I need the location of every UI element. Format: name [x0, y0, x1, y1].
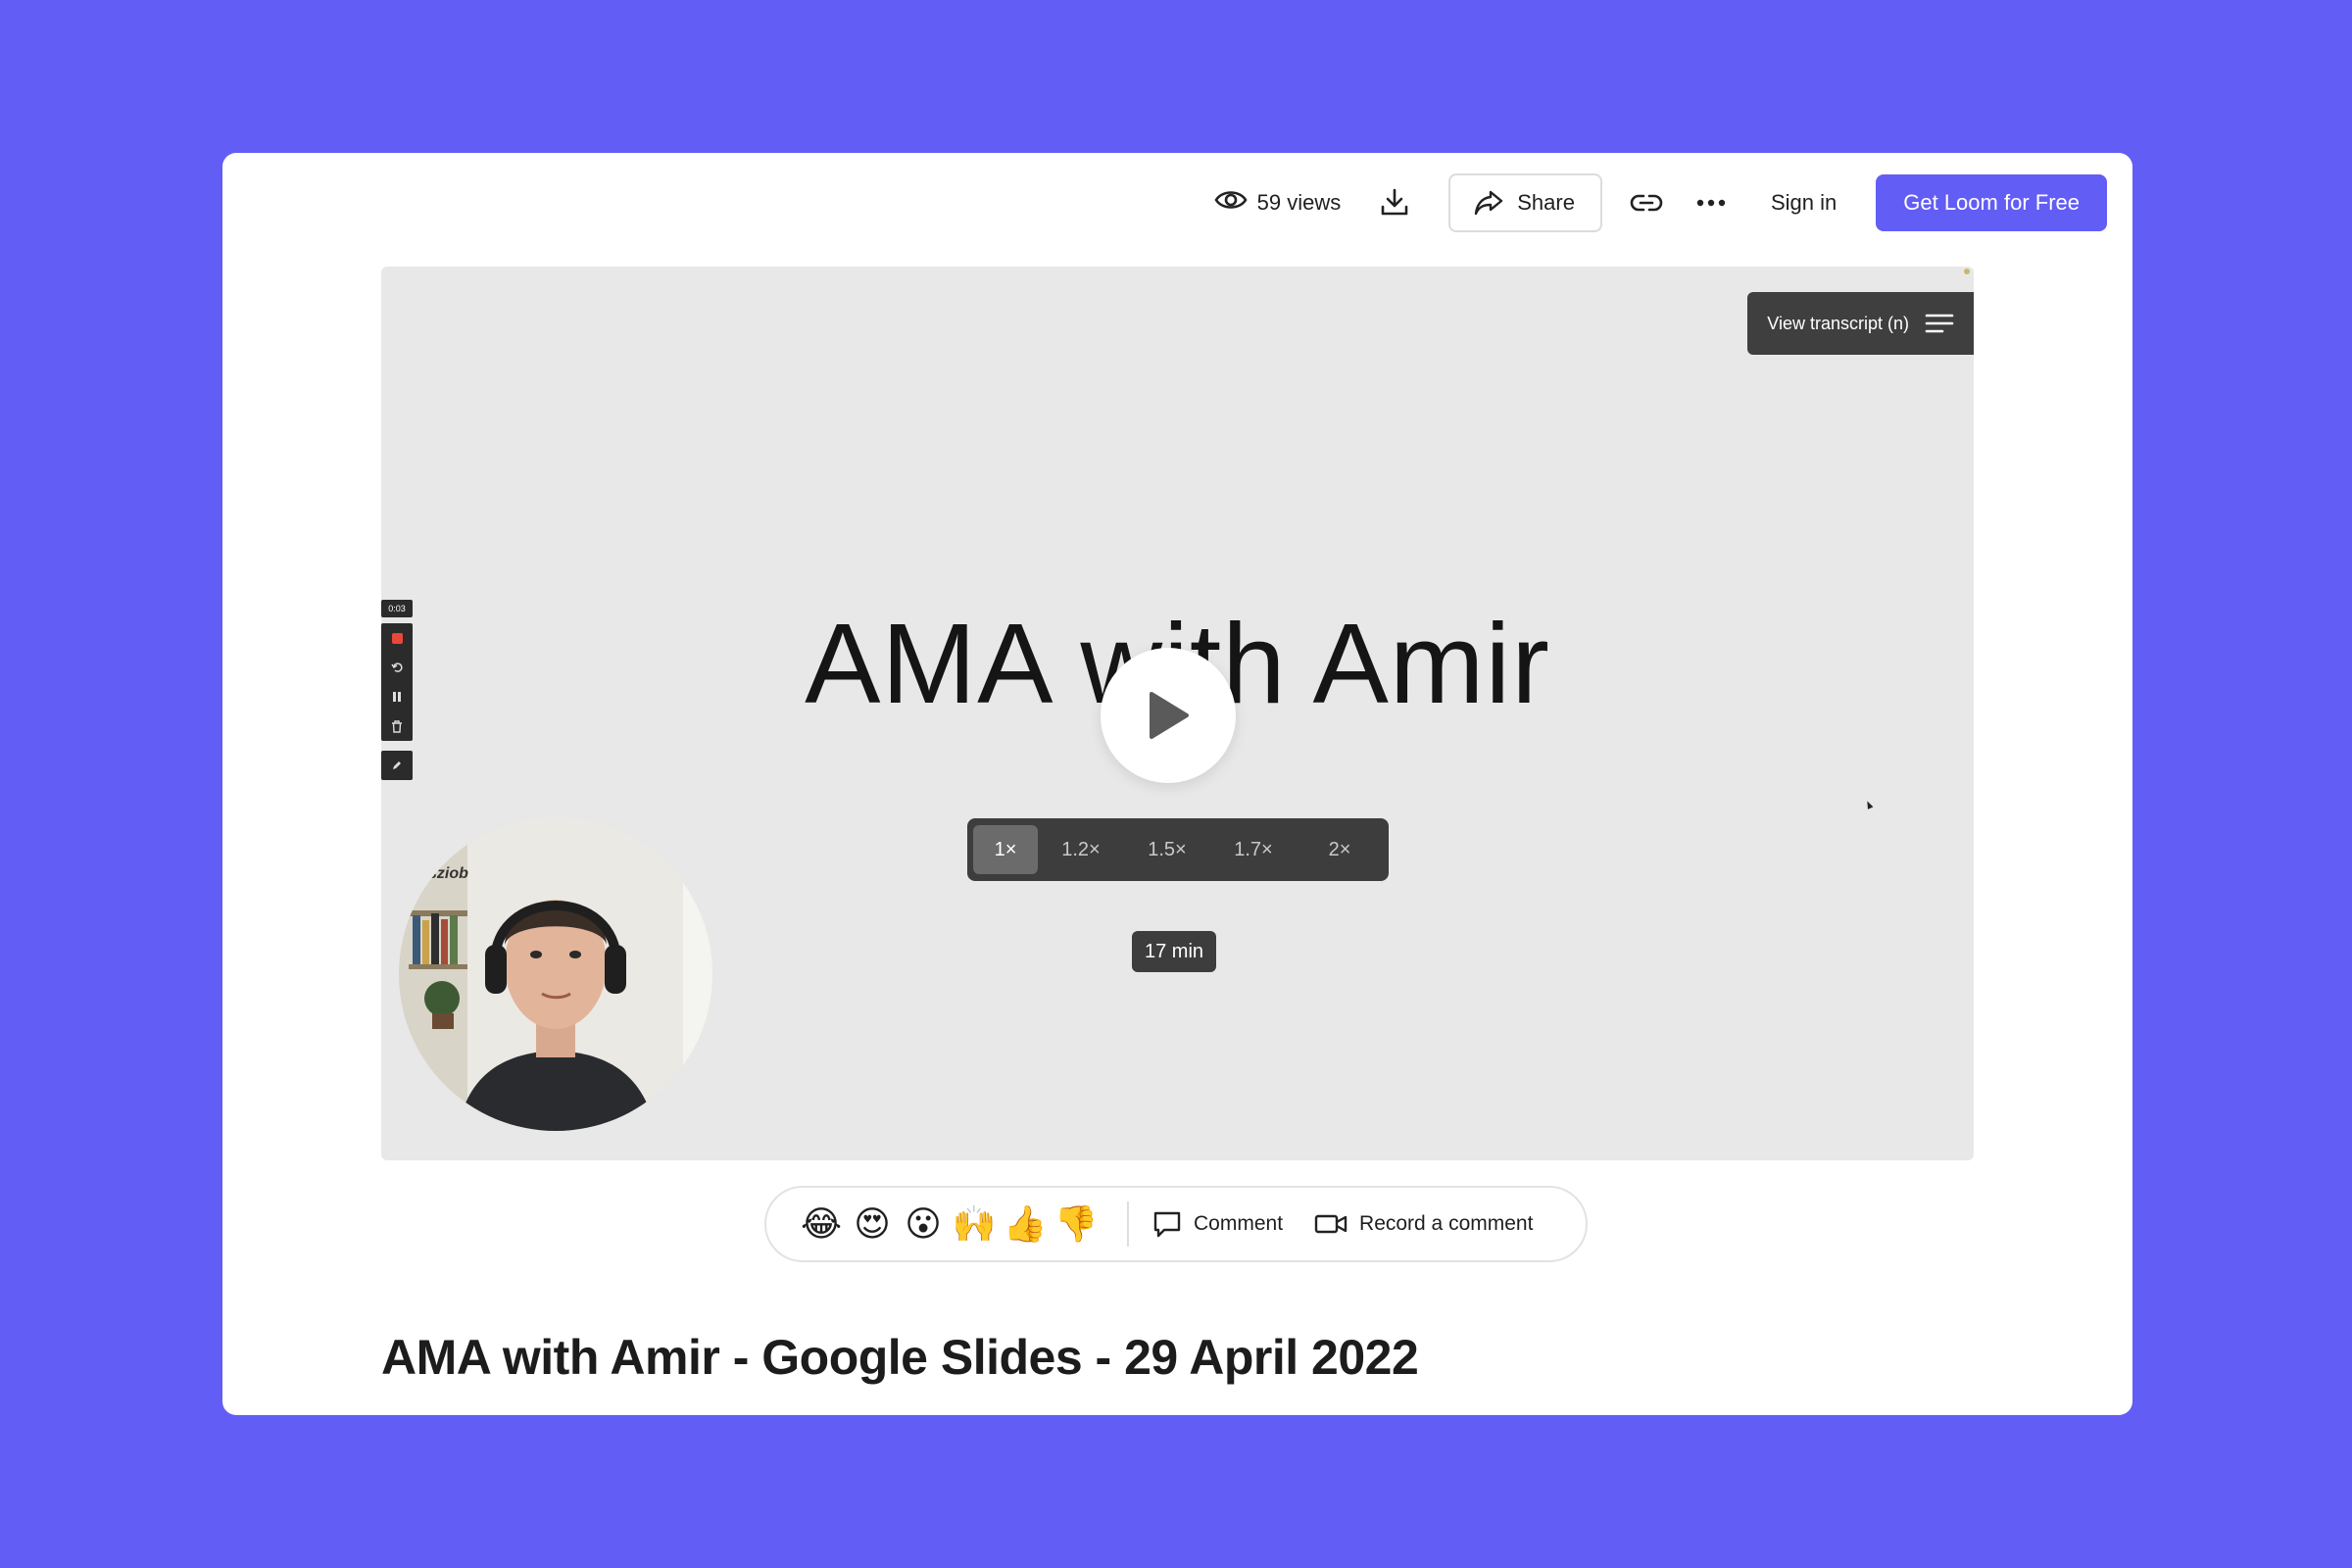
comment-button[interactable]: Comment [1152, 1209, 1283, 1239]
undo-icon [388, 659, 406, 676]
speed-option-1-5x[interactable]: 1.5× [1124, 825, 1210, 874]
emoji-laugh[interactable]: 😂 [796, 1203, 847, 1245]
emoji-surprised[interactable]: 😮 [898, 1203, 949, 1245]
share-label: Share [1517, 190, 1575, 215]
pen-icon [381, 751, 413, 780]
more-options-button[interactable] [1690, 182, 1732, 223]
view-count-label: 59 views [1256, 190, 1342, 215]
trash-icon [388, 717, 406, 735]
link-icon [1630, 194, 1663, 212]
share-button[interactable]: Share [1448, 173, 1602, 232]
recorder-controls [381, 623, 413, 741]
view-transcript-button[interactable]: View transcript (n) [1747, 292, 1974, 355]
presenter-avatar: sziob [399, 817, 712, 1131]
corner-marker [1964, 269, 1970, 274]
duration-badge: 17 min [1132, 931, 1217, 972]
video-card: 59 views Share Sign in Get Loom for Free… [222, 153, 2132, 1415]
emoji-raised-hands[interactable]: 🙌 [949, 1203, 1000, 1245]
download-icon [1381, 188, 1408, 216]
view-count: 59 views [1214, 188, 1342, 218]
speed-option-2x[interactable]: 2× [1297, 825, 1383, 874]
recorder-time: 0:03 [381, 600, 413, 617]
comment-icon [1153, 1211, 1181, 1238]
sign-in-link[interactable]: Sign in [1771, 190, 1837, 216]
recorder-toolbar: 0:03 [381, 600, 413, 780]
video-camera-icon [1314, 1214, 1348, 1234]
transcript-menu-icon [1925, 314, 1954, 333]
transcript-label: View transcript (n) [1767, 313, 1909, 333]
play-button[interactable] [1101, 648, 1236, 783]
more-icon [1696, 199, 1726, 207]
get-loom-button[interactable]: Get Loom for Free [1876, 174, 2107, 231]
emoji-heart-eyes[interactable]: 😍 [847, 1203, 898, 1245]
speed-option-1x[interactable]: 1× [973, 825, 1038, 874]
share-icon [1475, 190, 1503, 216]
divider [1127, 1201, 1129, 1247]
record-comment-button[interactable]: Record a comment [1314, 1212, 1533, 1236]
speed-option-1-7x[interactable]: 1.7× [1210, 825, 1297, 874]
top-bar: 59 views Share Sign in Get Loom for Free [1214, 173, 2107, 232]
stop-icon [388, 629, 406, 647]
download-button[interactable] [1374, 182, 1415, 223]
playback-speed-selector: 1× 1.2× 1.5× 1.7× 2× [967, 818, 1389, 881]
video-player[interactable]: View transcript (n) AMA with Amir 1× 1.2… [381, 267, 1974, 1160]
comment-label: Comment [1194, 1212, 1284, 1235]
emoji-thumbs-up[interactable]: 👍 [1000, 1203, 1051, 1245]
eye-icon [1214, 188, 1248, 218]
video-title: AMA with Amir - Google Slides - 29 April… [381, 1330, 1419, 1385]
copy-link-button[interactable] [1626, 182, 1667, 223]
webcam-sign-text: sziob [428, 865, 468, 882]
speed-option-1-2x[interactable]: 1.2× [1038, 825, 1124, 874]
reactions-bar: 😂 😍 😮 🙌 👍 👎 Comment Record a comment [764, 1186, 1588, 1262]
record-comment-label: Record a comment [1359, 1212, 1534, 1235]
play-icon [1150, 692, 1189, 739]
mouse-cursor [1864, 800, 1874, 809]
emoji-thumbs-down[interactable]: 👎 [1051, 1203, 1102, 1245]
pause-icon [388, 688, 406, 706]
webcam-bubble: sziob [399, 817, 712, 1131]
